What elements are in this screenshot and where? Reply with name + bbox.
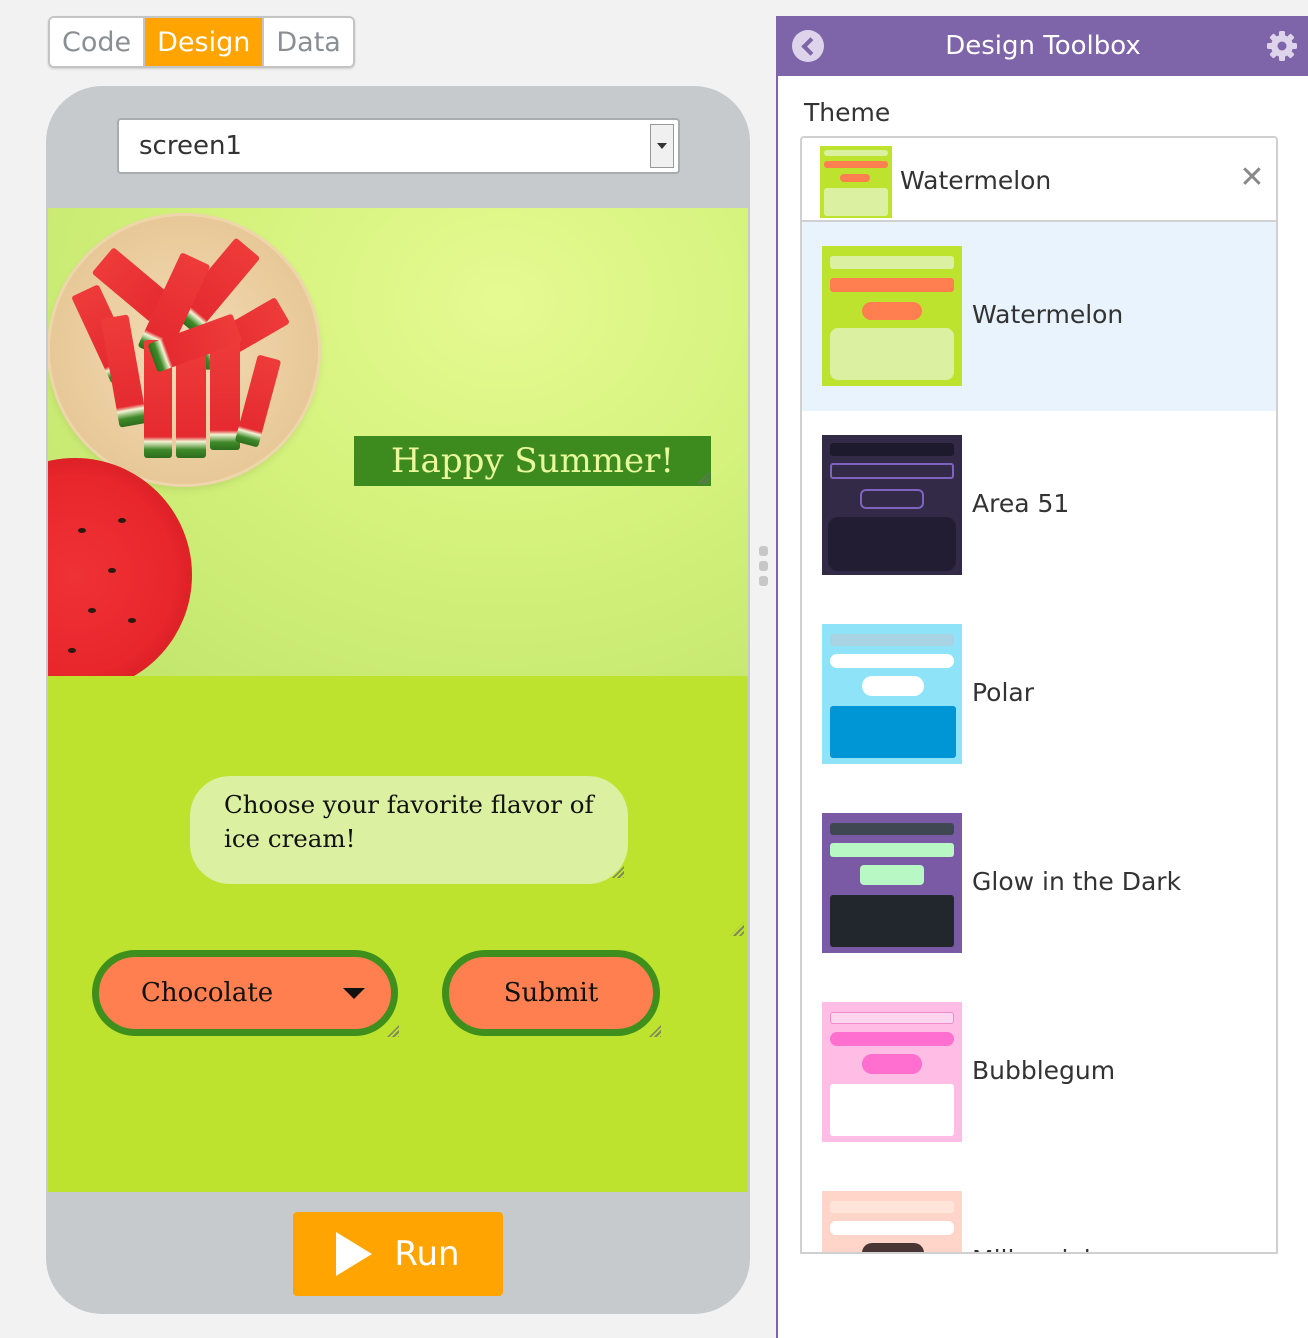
toolbox-title: Design Toolbox [945, 31, 1141, 61]
watermelon-image[interactable]: Happy Summer! [48, 208, 748, 676]
theme-label: Theme [804, 98, 891, 127]
theme-thumbnail [822, 435, 962, 575]
resize-grip-icon[interactable] [649, 1025, 661, 1037]
theme-option-area-51[interactable]: Area 51 [802, 411, 1276, 600]
tab-data[interactable]: Data [264, 18, 353, 66]
submit-button-label: Submit [503, 978, 599, 1008]
theme-option-watermelon[interactable]: Watermelon [802, 222, 1276, 411]
plate-image [50, 216, 318, 484]
gear-icon[interactable] [1266, 30, 1298, 62]
theme-option-label: Polar [972, 678, 1035, 707]
run-button[interactable]: Run [293, 1212, 503, 1296]
melon-half-image [48, 458, 192, 676]
resize-grip-icon[interactable] [730, 922, 744, 936]
caret-down-icon [343, 988, 365, 999]
design-toolbox: Design Toolbox Theme Watermelon ✕ Waterm… [776, 16, 1308, 1338]
theme-option-label: Millennial [972, 1245, 1091, 1252]
prompt-text: Choose your favorite flavor of ice cream… [224, 790, 594, 853]
flavor-dropdown[interactable]: Chocolate [92, 950, 399, 1037]
run-button-label: Run [394, 1234, 460, 1274]
theme-option-polar[interactable]: Polar [802, 600, 1276, 789]
title-text: Happy Summer! [390, 441, 675, 481]
theme-option-label: Watermelon [972, 300, 1124, 329]
tab-design[interactable]: Design [145, 18, 265, 66]
prompt-label[interactable]: Choose your favorite flavor of ice cream… [190, 776, 628, 884]
clear-icon[interactable]: ✕ [1236, 162, 1268, 194]
theme-option-bubblegum[interactable]: Bubblegum [802, 978, 1276, 1167]
theme-thumbnail [822, 1002, 962, 1142]
theme-thumbnail [822, 813, 962, 953]
title-label[interactable]: Happy Summer! [354, 436, 711, 486]
theme-thumbnail [822, 1191, 962, 1252]
app-preview-frame: screen1 Happy Summer! Choose your favori… [46, 86, 750, 1314]
play-icon [336, 1232, 373, 1276]
theme-option-label: Bubblegum [972, 1056, 1116, 1085]
theme-option-label: Glow in the Dark [972, 867, 1182, 896]
submit-button[interactable]: Submit [442, 950, 661, 1037]
theme-thumbnail [822, 246, 962, 386]
collapse-arrow-icon[interactable] [792, 30, 824, 62]
resize-grip-icon[interactable] [612, 866, 624, 878]
theme-option-label: Area 51 [972, 489, 1070, 518]
panel-resize-handle[interactable] [758, 546, 768, 586]
theme-list[interactable]: Watermelon Area 51 Polar Glow in the Dar… [800, 222, 1278, 1254]
flavor-dropdown-value: Chocolate [141, 978, 274, 1008]
theme-thumbnail [820, 146, 892, 218]
chevron-down-icon[interactable] [650, 124, 674, 168]
screen-select[interactable]: screen1 [117, 118, 680, 174]
app-screen[interactable]: Happy Summer! Choose your favorite flavo… [48, 208, 748, 1192]
toolbox-header: Design Toolbox [778, 16, 1308, 76]
resize-grip-icon[interactable] [697, 472, 709, 484]
resize-grip-icon[interactable] [387, 1025, 399, 1037]
tab-code[interactable]: Code [50, 18, 146, 66]
theme-option-millennial[interactable]: Millennial [802, 1167, 1276, 1252]
theme-thumbnail [822, 624, 962, 764]
screen-select-value: screen1 [139, 131, 242, 161]
theme-select[interactable]: Watermelon ✕ [800, 136, 1278, 222]
theme-option-glow-in-the-dark[interactable]: Glow in the Dark [802, 789, 1276, 978]
selected-theme-name: Watermelon [900, 166, 1052, 195]
mode-tabs: Code Design Data [48, 16, 355, 68]
